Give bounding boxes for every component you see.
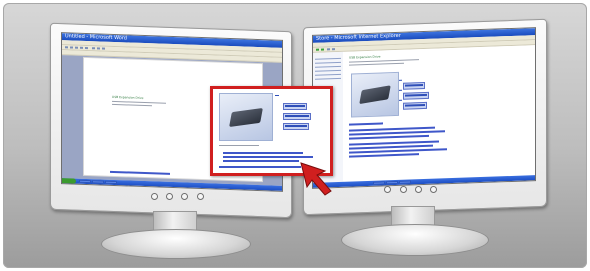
monitor-power-button-icon[interactable] (197, 193, 204, 200)
right-monitor: Store - Microsoft Internet Explorer USB … (295, 3, 587, 268)
taskbar-item[interactable] (399, 180, 411, 184)
monitor-power-button-icon[interactable] (151, 193, 158, 200)
dragged-selected-line (223, 156, 313, 158)
dual-monitor-scene: Untitled - Microsoft Word USB Expansion … (3, 3, 587, 268)
sidebar-link[interactable] (315, 65, 341, 68)
toolbar-icon[interactable] (85, 46, 88, 50)
taskbar-item[interactable] (79, 179, 91, 184)
taskbar-item[interactable] (92, 180, 104, 184)
monitor-power-button-icon[interactable] (415, 186, 422, 193)
toolbar-icon[interactable] (65, 46, 68, 49)
spec-label (283, 123, 309, 130)
toolbar-icon[interactable] (75, 46, 78, 49)
left-doc-heading: USB Expansion Drive (112, 94, 144, 101)
monitor-power-button-icon[interactable] (400, 186, 407, 193)
page-selected-line (349, 134, 429, 140)
left-monitor-stand-base (101, 229, 251, 259)
drive-device-image (229, 107, 263, 128)
toolbar-icon[interactable] (102, 47, 105, 50)
spec-bullet (399, 99, 402, 101)
monitor-power-button-icon[interactable] (166, 193, 173, 200)
right-page-content: USB Expansion Drive (343, 45, 535, 182)
sidebar-link[interactable] (315, 69, 341, 72)
dragged-selected-line (219, 166, 301, 168)
spec-label (283, 103, 307, 110)
spec-bullet (399, 89, 402, 91)
dragged-product-image (219, 93, 273, 141)
right-monitor-stand-base (341, 224, 489, 256)
toolbar-icon[interactable] (80, 46, 83, 49)
spec-bullet (275, 95, 279, 96)
toolbar-icon[interactable] (332, 48, 335, 51)
forward-icon[interactable] (321, 48, 324, 51)
taskbar-item[interactable] (105, 180, 117, 185)
product-image (351, 71, 399, 118)
dragged-selected-line (223, 152, 303, 154)
monitor-power-button-icon[interactable] (430, 186, 437, 193)
sidebar-link[interactable] (315, 73, 341, 76)
toolbar-icon[interactable] (97, 47, 100, 50)
dragged-selected-line (223, 160, 299, 162)
red-cursor-arrow-icon (300, 162, 332, 196)
spec-label (283, 113, 311, 120)
right-monitor-screen[interactable]: Store - Microsoft Internet Explorer USB … (312, 27, 536, 189)
page-text-line (219, 145, 259, 146)
back-icon[interactable] (316, 48, 319, 51)
drive-device-image (359, 85, 391, 105)
page-selected-line (349, 153, 419, 158)
right-page-heading: USB Expansion Drive (349, 54, 381, 60)
toolbar-icon[interactable] (92, 47, 95, 50)
page-selected-line (349, 122, 383, 126)
spec-bullet (399, 79, 402, 81)
taskbar-item[interactable] (373, 181, 385, 185)
start-button[interactable] (62, 178, 76, 184)
page-text-line (349, 62, 404, 66)
monitor-power-button-icon[interactable] (384, 186, 391, 193)
page-text-line (349, 59, 419, 63)
spec-label (403, 91, 429, 100)
toolbar-icon[interactable] (327, 48, 330, 51)
sidebar-link[interactable] (315, 61, 341, 64)
toolbar-icon[interactable] (70, 46, 73, 49)
doc-selected-line (110, 170, 170, 175)
monitor-power-button-icon[interactable] (181, 193, 188, 200)
sidebar-link[interactable] (315, 57, 341, 60)
taskbar-item[interactable] (386, 180, 398, 185)
sidebar-link[interactable] (315, 77, 341, 80)
spec-label (403, 101, 427, 110)
spec-label (403, 81, 425, 90)
doc-text-line (112, 103, 152, 107)
